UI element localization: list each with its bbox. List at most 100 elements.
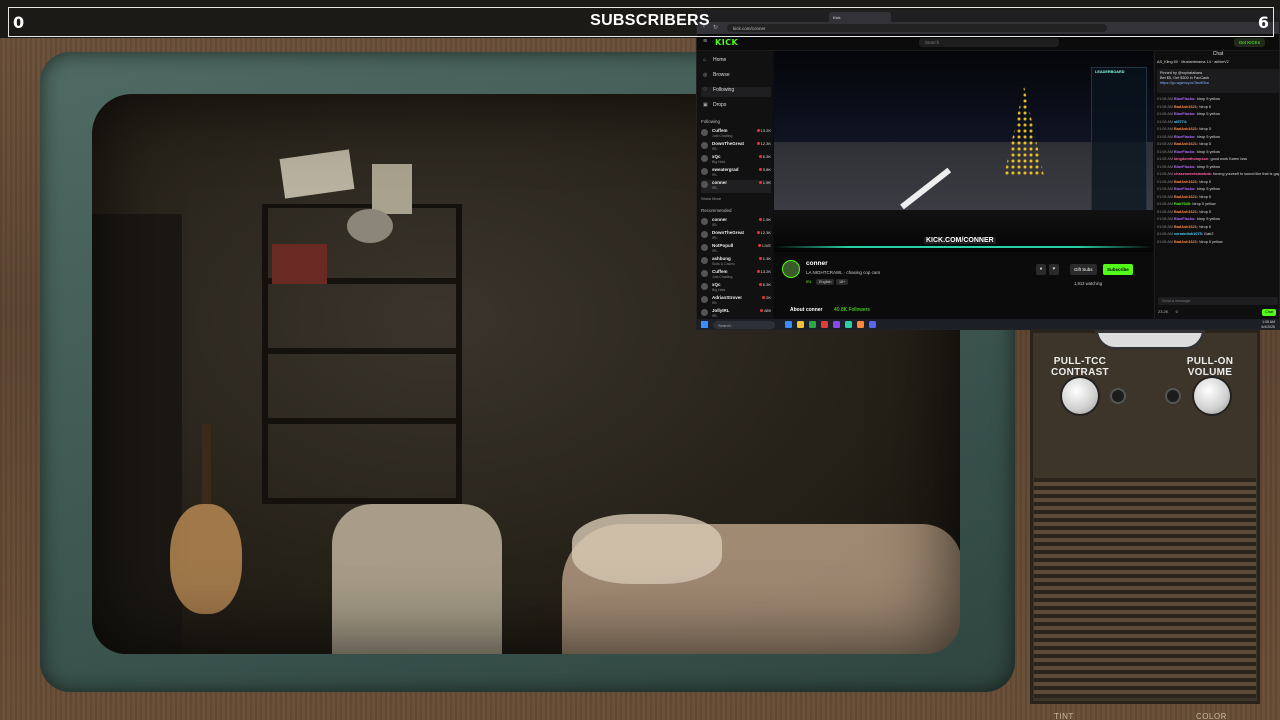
viewer-count: 1.9K (759, 180, 771, 185)
chat-message: 01:08 AMBadAsh1621: !drop 5 yellow (1157, 239, 1279, 245)
message-user[interactable]: BlueFlacko: (1174, 112, 1197, 116)
stream-title: LA NIGHTCRAWL · chasing cop cars (806, 270, 881, 275)
get-kicks-button[interactable]: Get KICKs (1233, 38, 1265, 47)
message-user[interactable]: BadAsh1621: (1174, 225, 1199, 229)
nav-label: Browse (713, 72, 730, 78)
windows-start-icon[interactable] (701, 321, 708, 328)
gift-subs-button[interactable]: Gift Subs (1070, 264, 1097, 275)
message-user[interactable]: vermintish1075: (1174, 232, 1204, 236)
channel-name[interactable]: conner (806, 260, 828, 267)
nav-home[interactable]: ⌂ Home (701, 57, 771, 67)
viewer-count: 6.3K (759, 154, 771, 159)
subscribe-button[interactable]: Subscribe (1103, 264, 1133, 275)
message-user[interactable]: chasesweetslambda: (1174, 172, 1213, 176)
message-user[interactable]: BadAsh1621: (1174, 105, 1199, 109)
following-channel[interactable]: DownTheGreat IRL 12.3K (701, 141, 771, 154)
search-input[interactable]: Search (919, 38, 1059, 47)
nav-following[interactable]: ♡ Following (701, 87, 771, 97)
menu-icon[interactable]: ≡ (703, 38, 707, 45)
heart-icon[interactable]: ♥ (1049, 264, 1059, 275)
chat-input[interactable]: Send a message (1158, 297, 1278, 305)
message-user[interactable]: BlueFlacko: (1174, 187, 1197, 191)
ambient-light-strip (774, 246, 1153, 248)
message-text: Gatr2 (1204, 232, 1214, 236)
channel-avatar[interactable] (782, 260, 800, 278)
taskview-icon[interactable] (785, 321, 792, 328)
chat-message: 01:08 AMBadAsh1621: !drop 5 (1157, 210, 1279, 215)
message-user[interactable]: sf2774: (1174, 120, 1187, 124)
channel-name: JollyIRL (712, 308, 730, 313)
kick-logo[interactable]: KICK (715, 38, 738, 47)
chat-message: 01:08 AMBlueFlacko: !drop 5 yellow (1157, 112, 1279, 117)
message-time: 01:08 AM (1157, 134, 1174, 139)
message-time: 01:08 AM (1157, 97, 1174, 101)
knob-small (1165, 388, 1181, 404)
taskbar-search[interactable]: Search (713, 321, 775, 329)
tint-label: TINT (1054, 712, 1074, 720)
message-time: 01:08 AM (1157, 232, 1174, 236)
recommended-channel[interactable]: conner IRL 1.9K (701, 217, 771, 230)
message-user[interactable]: BlueFlacko: (1174, 135, 1197, 139)
nav-label: Drops (713, 102, 727, 108)
message-text: !drop 5 yellow (1196, 149, 1221, 154)
pinned-message: Pinned by @royhatabara Bet $5, Get $300 … (1157, 69, 1279, 93)
channel-category: Just Chatting (712, 275, 733, 279)
recommended-channel[interactable]: DownTheGreat IRL 12.3K (701, 230, 771, 243)
chat-message: 01:08 AMRob7045: !drop 5 yellow (1157, 202, 1279, 207)
message-user[interactable]: BlueFlacko: (1174, 97, 1197, 101)
viewer-count: 889 (760, 308, 771, 313)
app-icon[interactable] (857, 321, 864, 328)
following-channel[interactable]: conner IRL 1.9K (701, 180, 771, 193)
clock-date: 6/4/2025 (1261, 324, 1275, 329)
recommended-channel[interactable]: AdrianStrover IRL 2K (701, 295, 771, 308)
tag-language[interactable]: English (816, 279, 835, 285)
chat-message: 01:08 AMBadAsh1621: !drop 5 (1157, 142, 1279, 147)
following-channel[interactable]: xQc Big Hats 6.3K (701, 154, 771, 167)
avatar (701, 218, 708, 225)
channel-category: IRL (712, 301, 718, 305)
app-icon[interactable] (833, 321, 840, 328)
app-icon[interactable] (821, 321, 828, 328)
message-user[interactable]: BadAsh1621: (1174, 195, 1199, 199)
chrome-icon[interactable] (809, 321, 816, 328)
viewer-count: 12.3K (757, 141, 771, 146)
message-user[interactable]: BadAsh1621: (1174, 127, 1199, 131)
bell-icon[interactable]: ● (1036, 264, 1046, 275)
discord-icon[interactable] (869, 321, 876, 328)
stream-url-watermark: KICK.COM/CONNER (924, 237, 996, 244)
message-text: !drop 5 yellow (1199, 239, 1223, 244)
channel-dial (1095, 330, 1205, 350)
message-user[interactable]: kingdomthompson: (1174, 157, 1211, 161)
pinned-link[interactable]: https://go.wgency.io/3ecif0ba (1160, 81, 1277, 86)
windows-taskbar: Search 1:08 AM 6/4/2025 (697, 319, 1279, 329)
nav-browse[interactable]: ◎ Browse (701, 72, 771, 82)
recommended-channel[interactable]: Cuffem Just Chatting 13.2K (701, 269, 771, 282)
stream-category[interactable]: IRL (806, 280, 812, 284)
message-time: 01:08 AM (1157, 239, 1174, 244)
chat-message: 01:08 AMBlueFlacko: !drop 5 yellow (1157, 217, 1279, 222)
app-icon[interactable] (845, 321, 852, 328)
folder-icon[interactable] (797, 321, 804, 328)
recommended-channel[interactable]: xQc Big Hats 6.3K (701, 282, 771, 295)
chat-send-button[interactable]: Chat (1261, 309, 1276, 316)
message-user[interactable]: BadAsh1621: (1174, 210, 1199, 214)
message-user[interactable]: BadAsh1621: (1174, 240, 1199, 244)
stream-video-player[interactable]: LEADERBOARD KICK.COM/CONNER (774, 51, 1153, 252)
channel-category: Just Chatting (712, 134, 733, 138)
following-channel[interactable]: Cuffem Just Chatting 13.2K (701, 128, 771, 141)
message-user[interactable]: BlueFlacko: (1174, 217, 1197, 221)
message-user[interactable]: BadAsh1621: (1174, 142, 1199, 146)
message-user[interactable]: BlueFlacko: (1174, 165, 1197, 169)
chat-panel: Chat AS_Kling 60 · Mustardmama 14 · airl… (1154, 51, 1279, 319)
nav-drops[interactable]: ▣ Drops (701, 102, 771, 112)
tag-mature[interactable]: 18+ (836, 279, 849, 285)
recommended-channel[interactable]: ashbung Slots & Casino 1.3K (701, 256, 771, 269)
message-user[interactable]: BadAsh1621: (1174, 180, 1199, 184)
following-channel[interactable]: sweatergrad IRL 3.8K (701, 167, 771, 180)
show-more-link[interactable]: Show More (701, 196, 721, 201)
message-user[interactable]: Rob7045: (1174, 202, 1192, 206)
message-user[interactable]: BlueFlacko: (1174, 150, 1197, 154)
message-time: 01:08 AM (1157, 149, 1174, 154)
message-text: good work Karen loss (1210, 157, 1248, 161)
recommended-channel[interactable]: NotPopull IRL LIVE (701, 243, 771, 256)
